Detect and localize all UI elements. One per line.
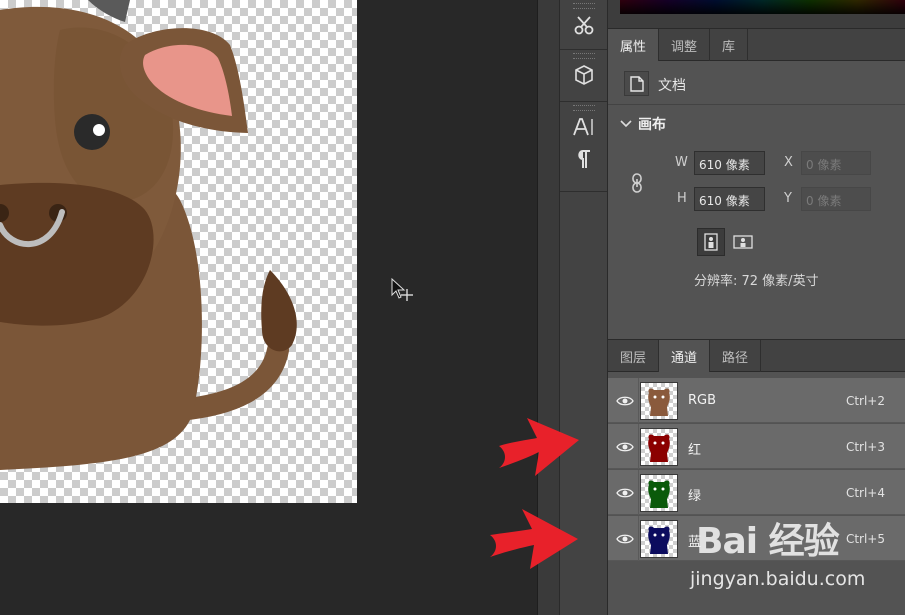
strip-group-3d [560,50,607,102]
channel-thumbnail [640,474,678,512]
watermark-url: jingyan.baidu.com [690,568,866,590]
strip-group-tools [560,0,607,50]
y-field: 0 像素 [801,187,871,211]
canvas-section-title: 画布 [638,117,666,133]
document-label: 文档 [658,78,686,94]
eye-visibility-icon[interactable] [616,392,634,410]
channel-thumbnail [640,520,678,558]
strip-group-type [560,102,607,192]
channel-thumbnail [640,382,678,420]
tool-presets-icon [574,16,593,35]
baidu-jingyan-watermark: Bai 经验 jingyan.baidu.com [688,512,888,602]
tool-presets-button[interactable] [560,9,607,41]
canvas-section-header[interactable]: 画布 [620,114,666,134]
tab-channels[interactable]: 通道 [659,340,711,372]
x-field: 0 像素 [801,151,871,175]
channel-thumbnail [640,428,678,466]
document-icon [624,71,649,96]
watermark-logo: Bai 经验 [696,521,840,562]
channel-name: 绿 [688,489,702,504]
tab-properties[interactable]: 属性 [608,29,660,61]
eye-visibility-icon[interactable] [616,484,634,502]
canvas-workspace[interactable] [0,0,537,615]
paragraph-button[interactable] [560,143,607,175]
portrait-orientation-button[interactable] [697,228,725,256]
paragraph-icon [577,150,590,168]
link-dimensions-icon[interactable] [630,172,644,194]
channels-tabbar: 图层 通道 路径 [608,339,905,372]
landscape-orientation-button[interactable] [729,228,757,256]
channel-row[interactable]: RGB Ctrl+2 [608,378,905,423]
3d-cube-icon [574,65,593,85]
width-label: W [675,155,688,170]
channel-name: 红 [688,443,702,458]
document-canvas[interactable] [0,0,357,503]
channel-row[interactable]: 绿 Ctrl+4 [608,470,905,515]
y-label: Y [784,191,792,206]
color-picker-strip[interactable] [608,0,905,28]
bull-illustration [0,0,297,470]
resolution-text: 分辨率: 72 像素/英寸 [694,274,819,289]
landscape-icon [733,235,753,249]
channel-row[interactable]: 红 Ctrl+3 [608,424,905,469]
document-row: 文档 [608,62,905,105]
channel-name: RGB [688,393,717,408]
channel-shortcut: Ctrl+4 [845,486,885,500]
eye-visibility-icon[interactable] [616,438,634,456]
width-field[interactable]: 610 像素 [694,151,765,175]
channel-shortcut: Ctrl+2 [845,394,885,408]
channel-shortcut: Ctrl+3 [845,440,885,454]
eye-visibility-icon[interactable] [616,530,634,548]
3d-button[interactable] [560,59,607,91]
move-cursor-icon [391,278,413,301]
tab-layers[interactable]: 图层 [608,340,660,372]
tab-paths[interactable]: 路径 [710,340,762,372]
character-icon [572,118,593,136]
tab-libraries[interactable]: 库 [710,29,749,61]
red-arrow-icon [499,418,579,476]
character-button[interactable] [560,111,607,143]
height-field[interactable]: 610 像素 [694,187,765,211]
tab-adjustments[interactable]: 调整 [659,29,711,61]
chevron-down-icon[interactable] [620,119,632,129]
height-label: H [677,191,687,206]
properties-tabbar: 属性 调整 库 [608,28,905,61]
red-arrow-icon [490,509,578,569]
portrait-icon [704,233,718,251]
x-label: X [784,155,793,170]
